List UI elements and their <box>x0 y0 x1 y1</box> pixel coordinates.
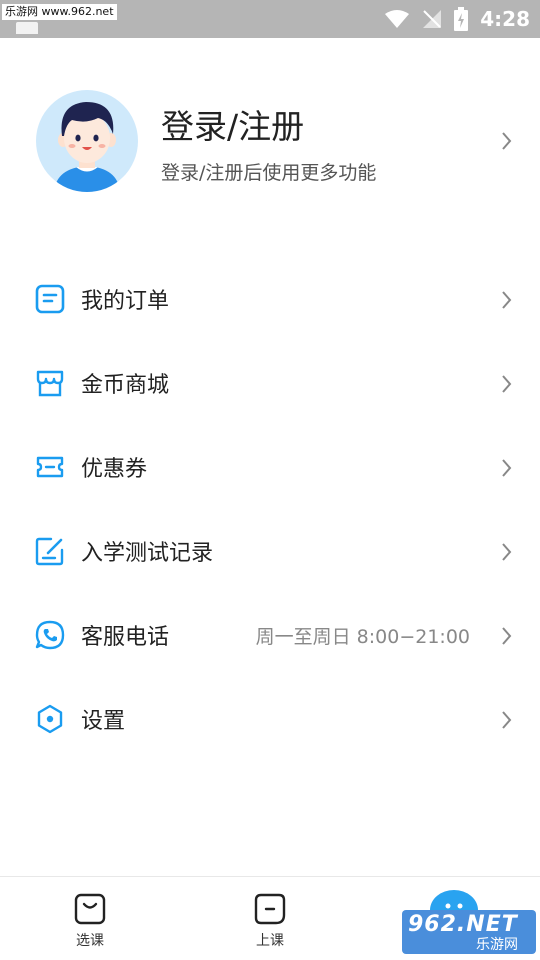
avatar[interactable] <box>36 90 138 192</box>
menu-item-coin-store[interactable]: 金币商城 <box>0 341 540 425</box>
status-bar: 乐游网 www.962.net 4:28 <box>0 0 540 38</box>
login-title[interactable]: 登录/注册 <box>161 100 304 148</box>
watermark-text: 乐游网 <box>476 937 518 953</box>
tab-attend-class[interactable]: 上课 <box>180 877 360 960</box>
chevron-right-icon <box>502 375 512 393</box>
menu-item-orders[interactable]: 我的订单 <box>0 257 540 341</box>
order-icon <box>35 284 65 314</box>
menu-item-label: 金币商城 <box>81 373 170 398</box>
chevron-right-icon <box>502 291 512 309</box>
menu-item-entrance-test[interactable]: 入学测试记录 <box>0 509 540 593</box>
menu-item-label: 设置 <box>81 709 126 734</box>
chevron-right-icon <box>502 132 512 150</box>
watermark-logo: 962.NET 乐游网 <box>402 910 536 954</box>
menu-item-label: 入学测试记录 <box>81 541 214 566</box>
menu-item-settings[interactable]: 设置 <box>0 677 540 761</box>
chevron-right-icon <box>502 627 512 645</box>
settings-icon <box>37 704 63 734</box>
menu-item-label: 客服电话 <box>81 625 170 650</box>
tab-label: 上课 <box>256 933 284 949</box>
class-icon <box>254 893 286 925</box>
no-signal-icon <box>423 10 442 28</box>
store-icon <box>36 370 64 397</box>
service-hours: 周一至周日 8:00−21:00 <box>255 625 470 648</box>
notification-icon <box>16 22 38 34</box>
status-icons: 4:28 <box>384 6 530 32</box>
menu-item-label: 优惠券 <box>81 457 148 482</box>
phone-icon <box>35 620 65 650</box>
profile-login-row[interactable]: 登录/注册 登录/注册后使用更多功能 <box>0 80 540 200</box>
chevron-right-icon <box>502 459 512 477</box>
edit-record-icon <box>35 537 64 566</box>
login-subtitle: 登录/注册后使用更多功能 <box>161 162 377 184</box>
tab-label: 选课 <box>76 933 104 949</box>
status-time: 4:28 <box>480 7 530 31</box>
menu-list: 我的订单 金币商城 优惠券 入学测试记录 客服电话 周一至周日 8:00−21:… <box>0 257 540 761</box>
menu-item-coupons[interactable]: 优惠券 <box>0 425 540 509</box>
chevron-right-icon <box>502 711 512 729</box>
tab-select-course[interactable]: 选课 <box>0 877 180 960</box>
coupon-icon <box>36 456 64 478</box>
battery-charging-icon <box>454 7 469 31</box>
bag-icon <box>74 893 106 925</box>
menu-item-customer-service[interactable]: 客服电话 周一至周日 8:00−21:00 <box>0 593 540 677</box>
wifi-icon <box>385 10 410 28</box>
menu-item-label: 我的订单 <box>81 289 170 314</box>
watermark-label: 乐游网 www.962.net <box>2 4 117 20</box>
chevron-right-icon <box>502 543 512 561</box>
